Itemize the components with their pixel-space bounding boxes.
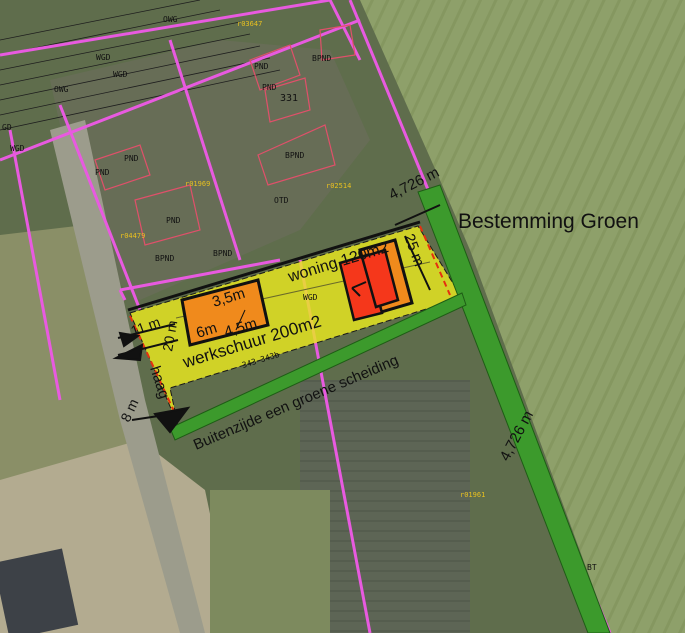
code-331: 331 [280, 93, 298, 104]
code-owg-1: OWG [163, 15, 178, 24]
dim-left-a: 11 m [129, 313, 163, 338]
code-gd: GD [2, 123, 12, 132]
green-border-label: Buitenzijde een groene scheiding [191, 352, 401, 454]
code-labels: WGD WGD WGD WGD OWG OWG GD PND PND PND P… [2, 15, 597, 572]
parcel-numbers: r03647 r01969 r02514 r04479 r01961 [120, 20, 485, 499]
parcel-d: r04479 [120, 232, 145, 240]
code-pnd-2: PND [262, 83, 277, 92]
parcel-a: r03647 [237, 20, 262, 28]
code-owg-2: OWG [54, 85, 69, 94]
code-wgd-1: WGD [96, 53, 111, 62]
dim-side-width: 4,726 m [497, 408, 537, 464]
parcel-c: r02514 [326, 182, 351, 190]
haag-label: haag [146, 364, 172, 401]
box-height-label: 6m [194, 319, 219, 341]
code-wgd-4: WGD [303, 293, 318, 302]
code-otd: OTD [274, 196, 289, 205]
code-bpnd-1: BPND [312, 54, 331, 63]
dim-depth: 25 m [400, 232, 427, 269]
code-wgd-3: WGD [10, 144, 25, 153]
parcel-e: r01961 [460, 491, 485, 499]
code-pnd-1: PND [254, 62, 269, 71]
heading-label: Bestemming Groen [458, 210, 639, 233]
box-width-label: 3,5m [210, 285, 247, 311]
code-pnd-3: PND [124, 154, 139, 163]
map-view[interactable]: Bestemming Groen 4,726 m 4,726 m 25 m 11… [0, 0, 685, 633]
code-bpnd-4: BPND [213, 249, 232, 258]
code-bpnd-3: BPND [155, 254, 174, 263]
map-labels: Bestemming Groen 4,726 m 4,726 m 25 m 11… [2, 15, 639, 572]
code-bpnd-2: BPND [285, 151, 304, 160]
code-bt: BT [587, 563, 597, 572]
dim-top-width: 4,726 m [386, 164, 442, 204]
code-pnd-4: PND [95, 168, 110, 177]
dim-left-b: 20 m [159, 319, 180, 352]
dim-left-c: 8 m [117, 396, 141, 424]
parcel-b: r01969 [185, 180, 210, 188]
code-wgd-2: WGD [113, 70, 128, 79]
code-pnd-5: PND [166, 216, 181, 225]
woning-label: woning 120m2 [285, 239, 391, 286]
